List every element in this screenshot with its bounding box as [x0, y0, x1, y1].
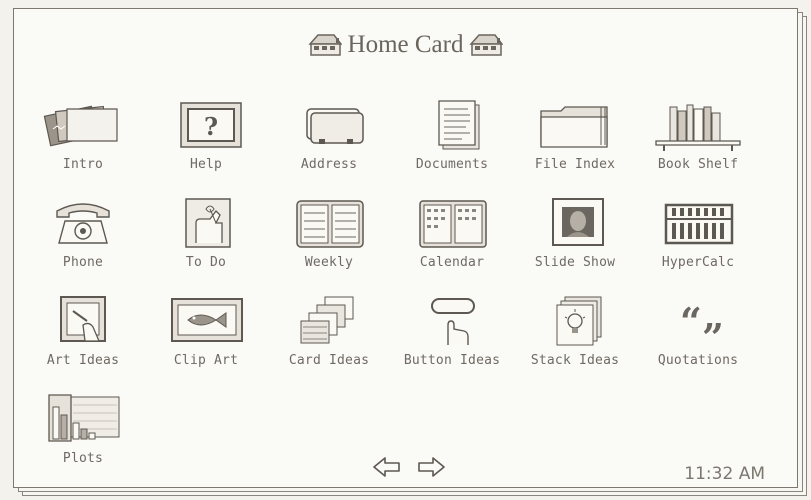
icon-label: Help: [189, 157, 223, 172]
slide-show-icon: [535, 197, 615, 249]
documents-button[interactable]: Documents: [393, 99, 511, 183]
icon-label: Book Shelf: [657, 157, 739, 172]
clip-art-button[interactable]: Clip Art: [147, 295, 265, 379]
telephone-icon: [43, 197, 123, 249]
weekly-button[interactable]: Weekly: [270, 197, 388, 281]
button-ideas-button[interactable]: Button Ideas: [393, 295, 511, 379]
intro-cards-icon: [43, 99, 123, 151]
bar-plot-icon: [43, 393, 123, 445]
calendar-icon: [412, 197, 492, 249]
abacus-calculator-icon: [658, 197, 738, 249]
icon-label: Button Ideas: [403, 353, 501, 368]
lightbulb-stack-icon: [535, 295, 615, 347]
quotations-button[interactable]: “” Quotations: [639, 295, 757, 379]
icon-label: Calendar: [419, 255, 485, 270]
bookshelf-icon: [652, 99, 744, 151]
svg-text:?: ?: [204, 112, 218, 141]
icon-label: Stack Ideas: [530, 353, 620, 368]
left-arrow-icon: [372, 456, 402, 478]
previous-card-arrow-button[interactable]: [372, 456, 402, 482]
icon-label: Slide Show: [534, 255, 616, 270]
icon-label: File Index: [534, 157, 616, 172]
home-card: Home Card Intro ? Help Address Documents…: [13, 8, 798, 488]
clock-time: 11:32 AM: [684, 464, 765, 484]
todo-finger-icon: [166, 197, 246, 249]
help-button[interactable]: ? Help: [147, 99, 265, 183]
icon-label: Intro: [62, 157, 104, 172]
icon-label: Address: [300, 157, 358, 172]
hypercalc-button[interactable]: HyperCalc: [639, 197, 757, 281]
book-shelf-button[interactable]: Book Shelf: [639, 99, 757, 183]
card-title-text: Home Card: [347, 31, 464, 58]
svg-text:”: ”: [702, 315, 724, 347]
help-question-icon: ?: [166, 99, 246, 151]
card-stack-icon: [289, 295, 369, 347]
icon-label: Card Ideas: [288, 353, 370, 368]
icon-label: Plots: [62, 451, 104, 466]
icon-label: Weekly: [304, 255, 354, 270]
icon-label: Clip Art: [173, 353, 239, 368]
icon-label: HyperCalc: [661, 255, 735, 270]
svg-text:“: “: [680, 299, 702, 344]
address-button[interactable]: Address: [270, 99, 388, 183]
quotation-marks-icon: “”: [680, 299, 724, 347]
icon-label: Documents: [415, 157, 489, 172]
icon-label: Art Ideas: [46, 353, 120, 368]
fish-clip-art-icon: [166, 295, 246, 347]
icon-label: To Do: [185, 255, 227, 270]
rolodex-address-icon: [289, 99, 369, 144]
plots-button[interactable]: Plots: [24, 393, 142, 477]
right-arrow-icon: [416, 456, 446, 478]
calendar-button[interactable]: Calendar: [393, 197, 511, 281]
stack-ideas-button[interactable]: Stack Ideas: [516, 295, 634, 379]
button-press-icon: [412, 295, 492, 345]
card-title: Home Card: [14, 31, 797, 63]
to-do-button[interactable]: To Do: [147, 197, 265, 281]
phone-button[interactable]: Phone: [24, 197, 142, 281]
icon-label: Phone: [62, 255, 104, 270]
file-index-button[interactable]: File Index: [516, 99, 634, 183]
icon-label: Quotations: [657, 353, 739, 368]
next-card-arrow-button[interactable]: [416, 456, 446, 482]
house-icon[interactable]: [469, 32, 503, 63]
documents-icon: [412, 99, 492, 151]
house-icon[interactable]: [308, 32, 342, 63]
weekly-planner-icon: [289, 197, 369, 249]
slide-show-button[interactable]: Slide Show: [516, 197, 634, 281]
file-folder-icon: [535, 99, 615, 151]
intro-button[interactable]: Intro: [24, 99, 142, 183]
art-ideas-button[interactable]: Art Ideas: [24, 295, 142, 379]
card-ideas-button[interactable]: Card Ideas: [270, 295, 388, 379]
art-frame-icon: [43, 295, 123, 347]
